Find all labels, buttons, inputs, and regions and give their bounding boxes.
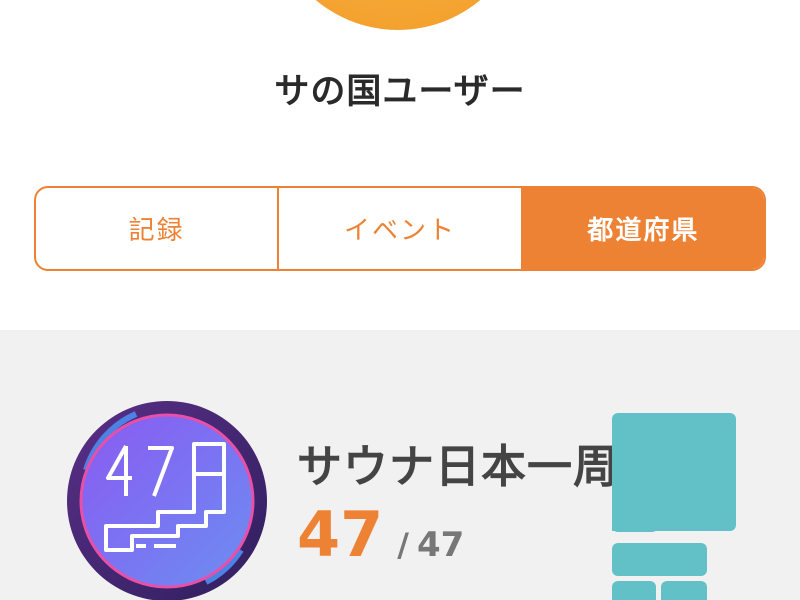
map-tile-aomori[interactable] <box>612 543 707 576</box>
progress-current: 47 <box>297 498 384 571</box>
username: サの国ユーザー <box>274 72 526 112</box>
tab-events[interactable]: イベント <box>277 188 520 269</box>
map-tile-hokkaido[interactable] <box>612 413 736 531</box>
prefecture-achievement-section: サウナ日本一周 47/47 <box>0 330 800 600</box>
progress-total: 47 <box>416 525 465 565</box>
map-tile-hokkaido-lower <box>612 520 658 532</box>
map-tile-akita[interactable] <box>612 581 656 600</box>
tab-records[interactable]: 記録 <box>36 188 277 269</box>
profile-page: サの国ユーザー 記録 イベント 都道府県 サウナ日本一周 47 / 47 <box>0 0 800 600</box>
japan-map-badge-icon <box>66 400 268 600</box>
tab-prefectures[interactable]: 都道府県 <box>520 188 764 269</box>
avatar[interactable] <box>270 0 526 30</box>
achievement-progress: 47/47 <box>297 498 464 571</box>
progress-separator: / <box>397 526 409 564</box>
map-tile-iwate[interactable] <box>661 581 707 600</box>
achievement-title: サウナ日本一周 <box>297 440 620 493</box>
tab-bar: 記録 イベント 都道府県 <box>34 186 766 271</box>
